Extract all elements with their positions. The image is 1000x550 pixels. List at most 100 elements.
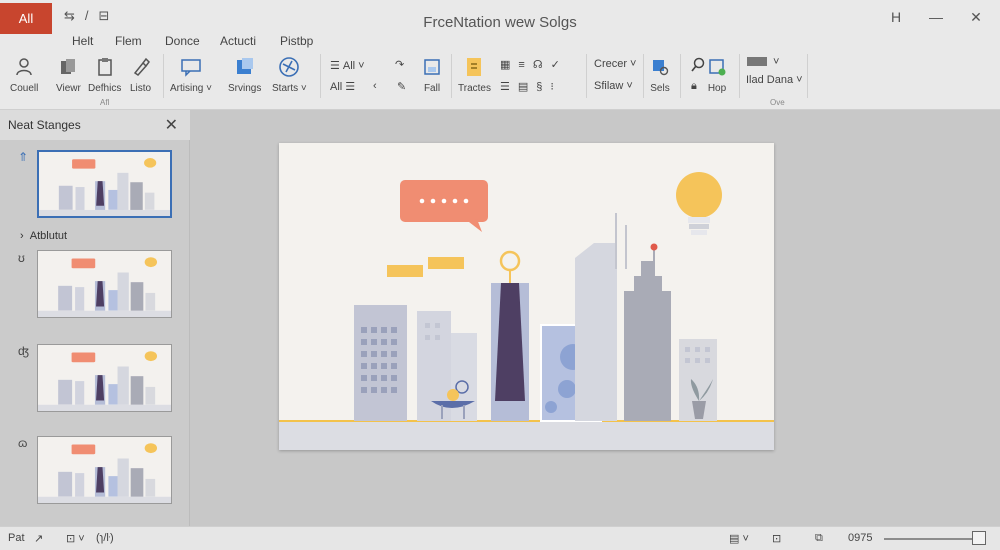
- ribbon-divider: [643, 54, 644, 98]
- app-menu-button[interactable]: All: [0, 3, 52, 34]
- list-icon[interactable]: ≡: [518, 59, 524, 71]
- chevron-left-icon: ‹: [373, 80, 377, 92]
- brush-icon: [133, 57, 150, 76]
- table-icon[interactable]: ▦: [500, 58, 510, 71]
- slide-illustration: [279, 172, 774, 450]
- slides-pane: Neat Stanges ✕ ⇑ › Atblutut ʊ ʤ ɷ: [0, 110, 190, 526]
- slide-thumbnail-4[interactable]: [37, 436, 172, 504]
- chevron-down-icon: ˅: [630, 58, 637, 70]
- picture-icon: [709, 59, 726, 76]
- window-title: FrceNtation wew Solgs: [423, 14, 577, 31]
- ilad-dana-dropdown[interactable]: Ilad Dana ˅: [746, 74, 803, 86]
- check-icon[interactable]: ✓: [551, 58, 560, 71]
- sels-button[interactable]: Sels: [650, 56, 670, 94]
- normal-view-icon[interactable]: ▤ ˅: [729, 532, 749, 545]
- slide-thumbnail-2[interactable]: [37, 250, 172, 318]
- slide-thumbnail-1[interactable]: [37, 150, 172, 218]
- list-icon: ☰: [345, 81, 356, 93]
- pencil-icon: ✎: [397, 81, 407, 93]
- small-note-1: [387, 265, 423, 277]
- redo-icon[interactable]: /: [85, 8, 89, 24]
- tractes-button[interactable]: Tractes: [458, 56, 491, 94]
- starts-button[interactable]: Starts ˅: [272, 56, 307, 94]
- ribbon-tabs: Helt Flem Donce Actucti Pistbp: [0, 34, 1000, 50]
- slide-sorter-icon[interactable]: ⊡: [772, 532, 781, 545]
- ribbon-divider: [807, 54, 808, 98]
- zoom-level[interactable]: 0975: [848, 532, 872, 544]
- artising-button[interactable]: Artising ˅: [170, 56, 212, 94]
- bullets-icon[interactable]: ☰: [500, 80, 510, 93]
- media-button[interactable]: ˅: [746, 56, 779, 68]
- slide-thumbnail-3[interactable]: [37, 344, 172, 412]
- ilad-dana-label: Ilad Dana: [746, 74, 794, 86]
- thumbnail-illustration: [38, 443, 171, 503]
- format-row-2: ☰ ▤ § ⁝: [500, 80, 554, 94]
- share-icon: [236, 58, 253, 74]
- find-button[interactable]: [690, 57, 706, 73]
- spellcheck-icon[interactable]: ⊡ ˅: [66, 532, 85, 545]
- viewr-button[interactable]: Viewr: [56, 56, 81, 94]
- screen-icon: [747, 57, 767, 66]
- fall-button[interactable]: Fall: [422, 56, 442, 94]
- crecer-dropdown[interactable]: Crecer ˅: [594, 58, 636, 70]
- thumbnail-illustration: [38, 257, 171, 317]
- reading-view-icon[interactable]: ⧉: [815, 532, 823, 545]
- couell-button[interactable]: Couell: [10, 56, 38, 94]
- tab-actucti[interactable]: Actucti: [220, 34, 256, 48]
- arrange-icon[interactable]: ⁝: [550, 80, 554, 93]
- columns-icon[interactable]: ▤: [518, 80, 528, 93]
- sels-label: Sels: [650, 83, 670, 94]
- chevron-down-icon: ˅: [773, 56, 780, 68]
- help-button[interactable]: H: [888, 9, 904, 26]
- ribbon-divider: [739, 54, 740, 98]
- save-icon[interactable]: ⊟: [99, 8, 110, 24]
- ground: [279, 421, 774, 450]
- srvings-button[interactable]: Srvings: [228, 56, 261, 94]
- hop-button[interactable]: Hop: [707, 56, 727, 94]
- rotate-button[interactable]: ↷: [395, 58, 404, 71]
- layout-icon: [424, 59, 440, 75]
- sfilaw-dropdown[interactable]: Sfilaw ˅: [594, 80, 633, 92]
- zoom-slider[interactable]: [884, 538, 980, 540]
- rotate-icon: ↷: [395, 59, 405, 71]
- viewr-label: Viewr: [56, 83, 81, 94]
- undo-icon[interactable]: ⇆: [64, 8, 75, 24]
- sfilaw-label: Sfilaw: [594, 80, 624, 92]
- close-icon[interactable]: ✕: [165, 115, 178, 135]
- defhics-label: Defhics: [88, 83, 122, 94]
- slide-marker-2: ʊ: [18, 251, 25, 265]
- chevron-down-icon: ˅: [358, 59, 365, 72]
- pencil-button[interactable]: ✎: [397, 80, 406, 93]
- format-row-1: ▦ ≡ ☊ ✓: [500, 58, 560, 72]
- defhics-button[interactable]: Defhics: [88, 56, 121, 94]
- slide-canvas[interactable]: [279, 143, 774, 450]
- thumbnail-illustration: [39, 158, 170, 216]
- listo-button[interactable]: Listo: [130, 56, 151, 94]
- thumbnail-illustration: [38, 351, 171, 411]
- tab-flem[interactable]: Flem: [115, 34, 142, 48]
- title-bar: All ⇆ / ⊟ FrceNtation wew Solgs H — ✕: [0, 0, 1000, 36]
- minimize-button[interactable]: —: [928, 9, 944, 26]
- zoom-slider-handle[interactable]: [972, 531, 986, 545]
- lock-button[interactable]: 🔒︎: [691, 80, 697, 93]
- tab-pistbp[interactable]: Pistbp: [280, 34, 313, 48]
- ribbon-divider: [680, 54, 681, 98]
- tall-tower: [575, 213, 627, 421]
- globe-icon: [279, 57, 300, 77]
- couell-label: Couell: [10, 83, 39, 94]
- link-icon[interactable]: §: [536, 81, 542, 93]
- person-icon: [16, 58, 32, 76]
- antenna-tower: [624, 243, 671, 421]
- tab-helt[interactable]: Helt: [72, 34, 93, 48]
- align-all-top[interactable]: ☰ All ˅: [330, 59, 365, 73]
- group-label-afl: Afl: [100, 98, 110, 107]
- chart-icon[interactable]: ☊: [533, 58, 543, 71]
- hop-label: Hop: [707, 83, 727, 94]
- close-button[interactable]: ✕: [968, 9, 984, 26]
- crecer-label: Crecer: [594, 58, 628, 70]
- align-all-bottom[interactable]: All ☰: [330, 80, 356, 94]
- notes-icon[interactable]: ↗: [34, 532, 43, 545]
- tab-donce[interactable]: Donce: [165, 34, 200, 48]
- section-header[interactable]: › Atblutut: [20, 230, 67, 242]
- indent-left-button[interactable]: ‹: [373, 80, 377, 92]
